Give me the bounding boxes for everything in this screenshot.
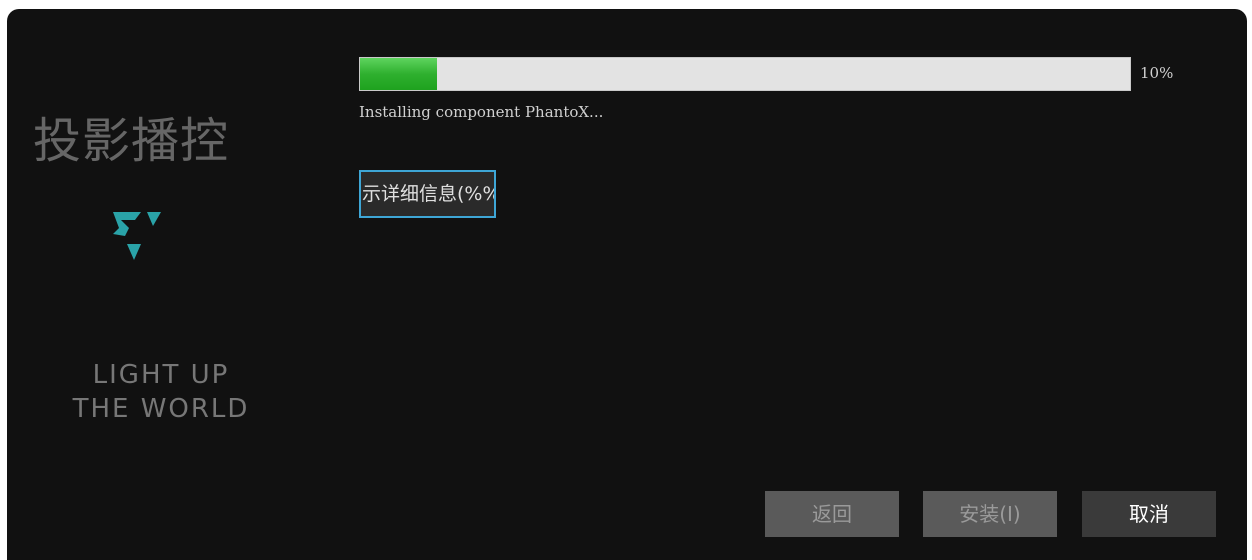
cancel-button[interactable]: 取消 bbox=[1082, 491, 1216, 537]
progress-bar bbox=[359, 57, 1131, 91]
slogan: LIGHT UP THE WORLD bbox=[51, 358, 271, 426]
install-button[interactable]: 安装(I) bbox=[923, 491, 1057, 537]
slogan-line-1: LIGHT UP bbox=[92, 360, 230, 390]
slogan-line-2: THE WORLD bbox=[72, 394, 250, 424]
brand-logo-icon bbox=[113, 212, 161, 260]
back-button[interactable]: 返回 bbox=[765, 491, 899, 537]
progress-percent: 10% bbox=[1140, 64, 1174, 82]
installer-window: 投影播控 LIGHT UP THE WORLD 10% Installing c… bbox=[7, 9, 1247, 560]
install-status-text: Installing component PhantoX... bbox=[359, 103, 604, 121]
progress-bar-fill bbox=[360, 58, 437, 90]
sidebar: 投影播控 LIGHT UP THE WORLD bbox=[7, 9, 347, 560]
app-title: 投影播控 bbox=[33, 113, 230, 169]
show-details-button[interactable]: 示详细信息(%% bbox=[359, 170, 496, 218]
